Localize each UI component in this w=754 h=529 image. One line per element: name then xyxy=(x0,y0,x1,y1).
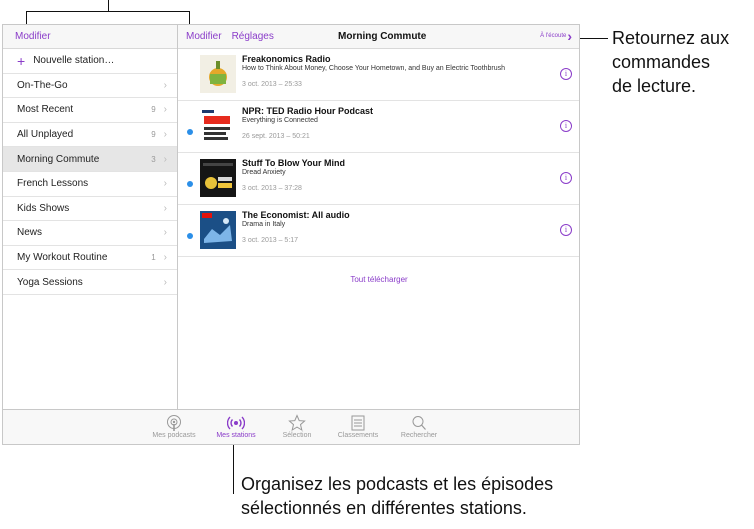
tab-label: Sélection xyxy=(282,432,312,439)
sidebar-edit-button[interactable]: Modifier xyxy=(15,31,51,42)
sidebar-item-label: Most Recent xyxy=(17,104,74,116)
chevron-right-icon: › xyxy=(163,202,167,214)
tab-my-podcasts[interactable]: Mes podcasts xyxy=(145,414,203,439)
callout-line: Retournez aux xyxy=(612,28,730,48)
sidebar-item-label: All Unplayed xyxy=(17,129,74,141)
freakonomics-artwork xyxy=(200,55,236,93)
economist-artwork xyxy=(200,211,236,249)
tab-label: Mes podcasts xyxy=(152,432,196,439)
info-icon[interactable]: i xyxy=(560,120,572,132)
episode-date: 3 oct. 2013 – 37:28 xyxy=(242,185,302,192)
now-playing-button[interactable]: À l'écoute › xyxy=(540,29,572,43)
sidebar-item-on-the-go[interactable]: On-The-Go › xyxy=(3,74,177,99)
broadcast-icon xyxy=(227,416,245,430)
annotation-line-top-vertical xyxy=(108,0,109,11)
annotation-line-top-horizontal xyxy=(26,11,190,12)
episode-row[interactable]: NPR: TED Radio Hour Podcast Everything i… xyxy=(178,101,579,153)
sidebar-item-label: Kids Shows xyxy=(17,202,70,214)
episode-title: Freakonomics Radio xyxy=(242,54,331,64)
settings-button[interactable]: Réglages xyxy=(232,31,274,42)
tab-label: Mes stations xyxy=(216,432,256,439)
sidebar-item-label: Yoga Sessions xyxy=(17,276,83,288)
sidebar-item-yoga-sessions[interactable]: Yoga Sessions › xyxy=(3,270,177,295)
episode-title: NPR: TED Radio Hour Podcast xyxy=(242,106,374,116)
callout-organize-stations: Organisez les podcasts et les épisodes s… xyxy=(241,472,553,520)
tab-label: Rechercher xyxy=(400,432,438,439)
sidebar-item-most-recent[interactable]: Most Recent 9 › xyxy=(3,98,177,123)
chevron-right-icon: › xyxy=(163,129,167,141)
now-playing-label: À l'écoute xyxy=(540,33,567,39)
chevron-right-icon: › xyxy=(163,227,167,239)
tab-search[interactable]: Rechercher xyxy=(391,414,447,439)
sidebar-header: Modifier xyxy=(3,25,177,49)
main-edit-button[interactable]: Modifier xyxy=(186,31,222,42)
sidebar-item-my-workout-routine[interactable]: My Workout Routine 1 › xyxy=(3,246,177,271)
sidebar-item-label: On-The-Go xyxy=(17,79,68,91)
episode-date: 26 sept. 2013 – 50:21 xyxy=(242,133,310,140)
page-title: Morning Commute xyxy=(338,31,427,42)
info-icon[interactable]: i xyxy=(560,224,572,236)
unplayed-dot xyxy=(187,129,193,135)
tab-bar: Mes podcasts Mes stations Sélection Clas… xyxy=(3,409,579,444)
new-station-button[interactable]: + Nouvelle station… xyxy=(3,49,177,74)
ted-radio-hour-artwork xyxy=(200,107,236,145)
station-detail-pane: Modifier Réglages Morning Commute À l'éc… xyxy=(178,25,579,409)
sidebar-item-morning-commute[interactable]: Morning Commute 3 › xyxy=(3,147,177,172)
tab-featured[interactable]: Sélection xyxy=(269,414,325,439)
plus-icon: + xyxy=(17,52,26,69)
episode-subtitle: How to Think About Money, Choose Your Ho… xyxy=(242,65,506,72)
stuff-to-blow-your-mind-artwork xyxy=(200,159,236,197)
callout-line: de lecture. xyxy=(612,76,697,96)
new-station-label: Nouvelle station… xyxy=(33,55,115,67)
episode-title: Stuff To Blow Your Mind xyxy=(242,158,345,168)
podcast-icon xyxy=(167,415,181,431)
callout-playback-controls: Retournez aux commandes de lecture. xyxy=(612,26,729,98)
chevron-right-icon: › xyxy=(567,28,572,44)
sidebar-item-label: Morning Commute xyxy=(17,153,100,165)
info-icon[interactable]: i xyxy=(560,68,572,80)
episode-subtitle: Dread Anxiety xyxy=(242,169,286,176)
unplayed-dot xyxy=(187,233,193,239)
ipad-screen: Modifier + Nouvelle station… On-The-Go ›… xyxy=(2,24,580,445)
sidebar-item-count: 1 xyxy=(151,253,156,263)
sidebar-item-count: 9 xyxy=(151,105,156,115)
download-all-button[interactable]: Tout télécharger xyxy=(178,275,579,284)
episode-row[interactable]: Stuff To Blow Your Mind Dread Anxiety 3 … xyxy=(178,153,579,205)
sidebar-item-label: News xyxy=(17,227,43,239)
episode-row[interactable]: The Economist: All audio Drama in Italy … xyxy=(178,205,579,257)
sidebar-item-news[interactable]: News › xyxy=(3,221,177,246)
sidebar-item-kids-shows[interactable]: Kids Shows › xyxy=(3,197,177,222)
episode-date: 3 oct. 2013 – 25:33 xyxy=(242,81,302,88)
sidebar-item-label: French Lessons xyxy=(17,178,89,190)
sidebar-item-label: My Workout Routine xyxy=(17,252,108,264)
tab-top-charts[interactable]: Classements xyxy=(329,414,387,439)
callout-line: Organisez les podcasts et les épisodes xyxy=(241,474,554,494)
chevron-right-icon: › xyxy=(163,276,167,288)
info-icon[interactable]: i xyxy=(560,172,572,184)
main-header: Modifier Réglages Morning Commute À l'éc… xyxy=(178,25,579,49)
chevron-right-icon: › xyxy=(163,104,167,116)
unplayed-dot xyxy=(187,181,193,187)
tab-label: Classements xyxy=(337,432,379,439)
sidebar-item-all-unplayed[interactable]: All Unplayed 9 › xyxy=(3,123,177,148)
stations-sidebar: Modifier + Nouvelle station… On-The-Go ›… xyxy=(3,25,178,409)
sidebar-item-french-lessons[interactable]: French Lessons › xyxy=(3,172,177,197)
episode-date: 3 oct. 2013 – 5:17 xyxy=(242,237,299,244)
list-icon xyxy=(351,415,365,431)
episode-subtitle: Drama in Italy xyxy=(242,221,286,228)
episode-row[interactable]: Freakonomics Radio How to Think About Mo… xyxy=(178,49,579,101)
chevron-right-icon: › xyxy=(163,79,167,91)
sidebar-item-count: 3 xyxy=(151,154,156,164)
chevron-right-icon: › xyxy=(163,178,167,190)
episode-title: The Economist: All audio xyxy=(242,210,350,220)
tab-my-stations[interactable]: Mes stations xyxy=(207,414,265,439)
episode-subtitle: Everything is Connected xyxy=(242,117,318,124)
chevron-right-icon: › xyxy=(163,252,167,264)
star-icon xyxy=(288,414,306,432)
chevron-right-icon: › xyxy=(163,153,167,165)
search-icon xyxy=(412,416,426,430)
callout-line: sélectionnés en différentes stations. xyxy=(241,498,527,518)
sidebar-item-count: 9 xyxy=(151,130,156,140)
callout-line: commandes xyxy=(612,52,711,72)
